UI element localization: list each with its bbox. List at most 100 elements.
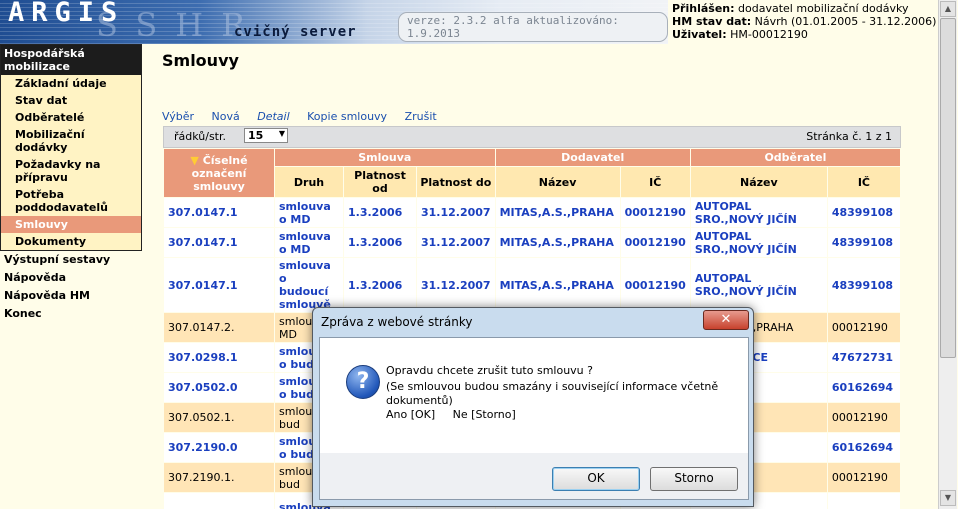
table-cell: 00012190 <box>826 462 902 493</box>
scroll-down-icon[interactable]: ▼ <box>940 490 956 506</box>
column-header-platnost-od[interactable]: Platnost od <box>343 166 417 198</box>
table-cell[interactable]: AUTOPAL SRO.,NOVÝ JIČÍN <box>689 227 828 258</box>
sidebar: Hospodářská mobilizace Základní údaje St… <box>0 44 142 323</box>
sidebar-item-dokumenty[interactable]: Dokumenty <box>1 233 141 250</box>
version-badge: verze: 2.3.2 alfa aktualizováno: 1.9.201… <box>398 12 668 42</box>
table-row[interactable]: 307.0147.1 smlouva o MD 1.3.2006 31.12.2007… <box>163 227 902 258</box>
page-title: Smlouvy <box>162 51 239 70</box>
cancel-button[interactable]: Storno <box>650 467 738 491</box>
column-header-dodavatel-nazev[interactable]: Název <box>494 166 621 198</box>
table-cell[interactable]: AUTOPAL SRO.,NOVÝ JIČÍN <box>689 197 828 228</box>
vertical-scrollbar[interactable]: ▲ ▼ <box>938 0 957 509</box>
sidebar-item-pozadavky[interactable]: Požadavky na přípravu <box>1 156 141 186</box>
table-cell: 00012190 <box>826 402 902 433</box>
table-row[interactable]: 307.0147.1 smlouva o MD 1.3.2006 31.12.2007… <box>163 197 902 228</box>
sidebar-item-vystupni-sestavy[interactable]: Výstupní sestavy <box>0 251 142 269</box>
table-cell[interactable]: 31.12.2007 <box>416 197 496 228</box>
table-cell[interactable]: 1.3.2006 <box>343 227 417 258</box>
table-cell[interactable]: 307.0147.1 <box>163 227 275 258</box>
table-cell[interactable]: 00012190 <box>619 257 691 313</box>
table-cell[interactable]: 31.12.2007 <box>416 227 496 258</box>
rows-per-page-value: 15 <box>248 129 264 142</box>
table-cell[interactable]: 60162694 <box>826 372 902 403</box>
table-cell[interactable]: 1.3.2006 <box>343 257 417 313</box>
table-cell[interactable]: 307.0147.1 <box>163 197 275 228</box>
sidebar-item-odberatele[interactable]: Odběratelé <box>1 109 141 126</box>
table-toolbar: řádků/str. 15 ▼ Stránka č. 1 z 1 <box>163 126 901 148</box>
column-header-odberatel-nazev[interactable]: Název <box>689 166 828 198</box>
table-row[interactable]: 307.0147.1 smlouva o budoucí smlouvě 1.3.2… <box>163 257 902 313</box>
dialog-message-line3: Ano [OK] Ne [Storno] <box>386 408 516 421</box>
sidebar-item-napoveda-hm[interactable]: Nápověda HM <box>0 287 142 305</box>
rows-per-page-label: řádků/str. <box>174 130 227 143</box>
table-cell[interactable]: 307.0147.1 <box>163 257 275 313</box>
logo-text: ARGIS <box>8 0 125 28</box>
user-info: Přihlášen: dodavatel mobilizační dodávky… <box>672 2 936 41</box>
confirm-dialog: Zpráva z webové stránky ✕ ? Opravdu chce… <box>312 307 754 507</box>
table-cell[interactable]: 31.12.2007 <box>416 257 496 313</box>
sort-arrow-icon: ▼ <box>190 153 199 167</box>
table-cell[interactable]: 307.0502.0 <box>163 372 275 403</box>
table-cell[interactable]: MITAS,A.S.,PRAHA <box>494 257 621 313</box>
action-vyber-link[interactable]: Výběr <box>162 110 194 123</box>
scroll-up-icon[interactable]: ▲ <box>940 1 956 17</box>
column-header-cislo[interactable]: ▼ Číselné označení smlouvy <box>163 148 275 198</box>
table-cell[interactable]: smlouva o MD <box>274 197 344 228</box>
table-cell[interactable]: 48399108 <box>826 257 902 313</box>
page-info: Stránka č. 1 z 1 <box>806 130 892 143</box>
table-cell[interactable]: 48399108 <box>826 197 902 228</box>
table-cell[interactable]: 47672731 <box>826 342 902 373</box>
table-cell[interactable]: smlouva o MD <box>274 227 344 258</box>
user-label: Uživatel: <box>672 28 727 41</box>
table-cell[interactable] <box>163 492 275 509</box>
nav-group-title[interactable]: Hospodářská mobilizace <box>1 45 141 75</box>
status-label: HM stav dat: <box>672 15 752 28</box>
column-group-dodavatel: Dodavatel <box>494 148 691 167</box>
sidebar-item-smlouvy[interactable]: Smlouvy <box>1 216 141 233</box>
dialog-footer: OK Storno <box>319 453 749 500</box>
ok-button[interactable]: OK <box>552 467 640 491</box>
dialog-title: Zpráva z webové stránky <box>321 315 473 329</box>
table-cell[interactable]: smlouva o budoucí smlouvě <box>274 257 344 313</box>
column-header-platnost-do[interactable]: Platnost do <box>416 166 496 198</box>
server-subtitle: cvičný server <box>234 24 357 40</box>
rows-per-page-select[interactable]: 15 ▼ <box>244 128 288 143</box>
table-cell[interactable]: 307.0298.1 <box>163 342 275 373</box>
sidebar-item-poddodavatele[interactable]: Potřeba poddodavatelů <box>1 186 141 216</box>
status-value: Návrh (01.01.2005 - 31.12.2006) <box>754 15 937 28</box>
sidebar-item-zakladni-udaje[interactable]: Základní údaje <box>1 75 141 92</box>
table-cell: 307.2190.1. <box>163 462 275 493</box>
column-header-druh[interactable]: Druh <box>274 166 344 198</box>
sidebar-item-mobilizacni-dodavky[interactable]: Mobilizační dodávky <box>1 126 141 156</box>
user-value: HM-00012190 <box>730 28 808 41</box>
action-detail-link[interactable]: Detail <box>257 110 289 123</box>
action-links: Výběr Nová Detail Kopie smlouvy Zrušit <box>162 110 451 123</box>
dialog-close-button[interactable]: ✕ <box>703 310 749 330</box>
table-cell[interactable]: 48399108 <box>826 227 902 258</box>
scrollbar-thumb[interactable] <box>940 18 956 358</box>
table-cell[interactable]: 60162694 <box>826 432 902 463</box>
column-header-odberatel-ic[interactable]: IČ <box>826 166 902 198</box>
table-cell[interactable]: 00012190 <box>619 227 691 258</box>
table-cell[interactable]: MITAS,A.S.,PRAHA <box>494 197 621 228</box>
action-nova-link[interactable]: Nová <box>212 110 240 123</box>
table-cell[interactable]: 00012190 <box>619 197 691 228</box>
dialog-message-line2: (Se smlouvou budou smazány i související… <box>386 380 719 407</box>
sidebar-item-konec[interactable]: Konec <box>0 305 142 323</box>
column-header-dodavatel-ic[interactable]: IČ <box>619 166 691 198</box>
action-zrusit-link[interactable]: Zrušit <box>405 110 437 123</box>
sidebar-item-stav-dat[interactable]: Stav dat <box>1 92 141 109</box>
dialog-message-line1: Opravdu chcete zrušit tuto smlouvu ? <box>386 364 593 377</box>
sidebar-item-napoveda[interactable]: Nápověda <box>0 269 142 287</box>
column-group-smlouva: Smlouva <box>274 148 496 167</box>
action-kopie-link[interactable]: Kopie smlouvy <box>307 110 387 123</box>
table-cell[interactable]: 1.3.2006 <box>343 197 417 228</box>
login-label: Přihlášen: <box>672 2 735 15</box>
table-cell: 00012190 <box>826 312 902 343</box>
login-value: dodavatel mobilizační dodávky <box>738 2 909 15</box>
table-cell[interactable] <box>826 492 902 509</box>
table-cell[interactable]: AUTOPAL SRO.,NOVÝ JIČÍN <box>689 257 828 313</box>
header: SSHR ARGIS verze: 2.3.2 alfa aktualizová… <box>0 0 958 44</box>
table-cell[interactable]: MITAS,A.S.,PRAHA <box>494 227 621 258</box>
table-cell[interactable]: 307.2190.0 <box>163 432 275 463</box>
